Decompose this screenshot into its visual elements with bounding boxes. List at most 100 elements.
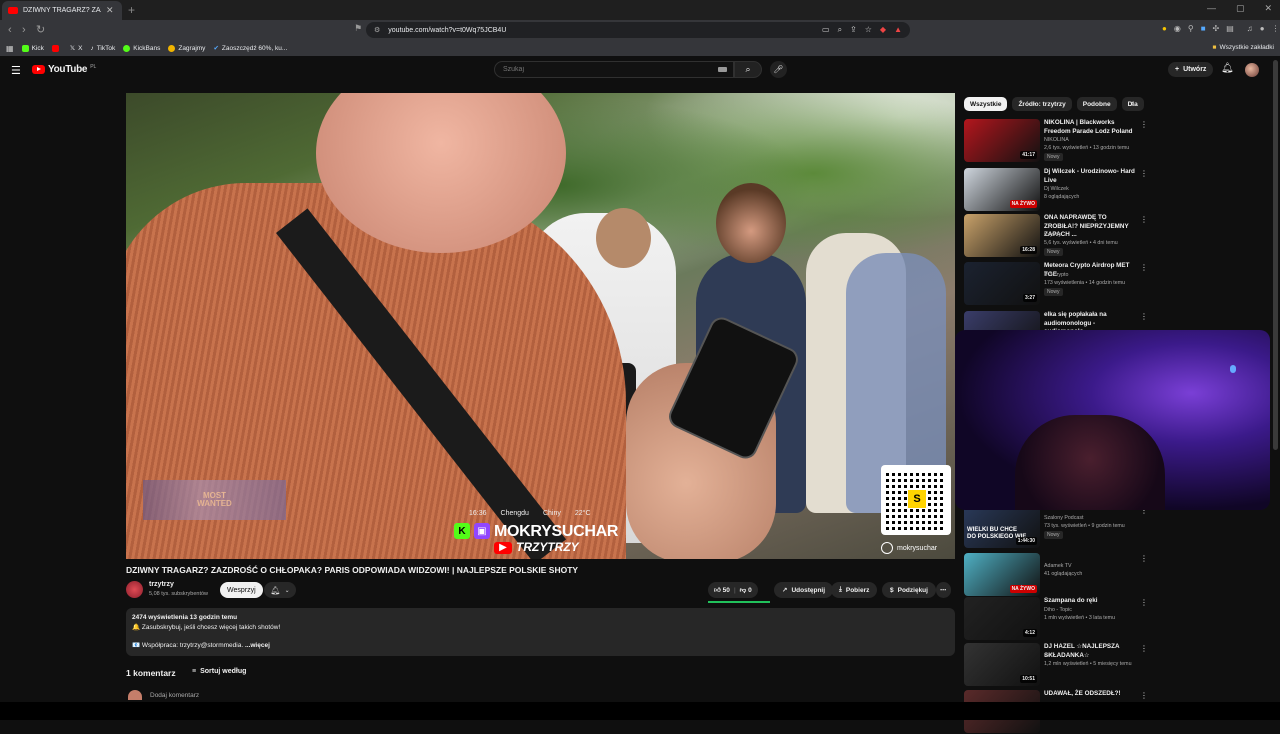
site-info-icon[interactable]: ⚙ xyxy=(374,26,380,34)
chip-all[interactable]: Wszystkie xyxy=(964,97,1008,111)
like-button[interactable]: 👍︎ 50 xyxy=(714,586,730,594)
more-actions-button[interactable]: ⋯ xyxy=(936,582,951,598)
video-thumbnail[interactable]: NA ŻYWO xyxy=(964,168,1040,211)
apps-grid-icon[interactable]: ▦ xyxy=(6,44,14,53)
menu-icon[interactable]: ⋮ xyxy=(1272,24,1280,33)
search-button[interactable]: ⌕ xyxy=(734,61,762,78)
profile-icon[interactable]: ● xyxy=(1260,24,1265,33)
video-thumbnail[interactable]: 4:12 xyxy=(964,597,1040,640)
add-comment[interactable]: Dodaj komentarz xyxy=(128,690,199,700)
recommended-channel[interactable]: Adamek TV xyxy=(1044,563,1072,569)
bookmark-icon[interactable]: ⚑ xyxy=(354,23,362,34)
recommended-video[interactable]: 3:27 Meteora Crypto Airdrop MET TGE PC Cry… xyxy=(964,262,1148,306)
extension-coin-icon[interactable]: ● xyxy=(1162,24,1167,33)
extension-eye-icon[interactable]: ◉ xyxy=(1174,24,1181,33)
more-options-icon[interactable]: ⋮ xyxy=(1140,215,1148,224)
bookmark-youtube[interactable] xyxy=(51,44,62,52)
chevron-right-icon[interactable]: › xyxy=(1131,98,1134,108)
recommended-video[interactable]: NA ŻYWO Dj Wilczek - Urodzinowo- Hard Liv… xyxy=(964,168,1148,212)
video-thumbnail[interactable]: WIELKI BU CHCE DO POLSKIEGO WIE 1:44:30 xyxy=(964,505,1040,548)
voice-search-button[interactable]: 🎤︎ xyxy=(770,61,787,78)
new-tab-icon[interactable]: + xyxy=(128,3,135,17)
search-input[interactable] xyxy=(503,66,703,73)
recommended-video[interactable]: NA ŻYWO Adamek TV 41 oglądających ⋮ xyxy=(964,553,1148,597)
back-icon[interactable]: ‹ xyxy=(8,24,12,36)
bookmark-deal[interactable]: ✔ Zaoszczędź 60%, ku... xyxy=(213,44,287,53)
more-options-icon[interactable]: ⋮ xyxy=(1140,598,1148,607)
recommended-channel[interactable]: Dj Wilczek xyxy=(1044,186,1069,192)
video-thumbnail[interactable]: NA ŻYWO xyxy=(964,553,1040,596)
recommended-video[interactable]: 10:51 DJ HAZEL ☆NAJLEPSZA SKŁADANKA☆ K4C 1,… xyxy=(964,643,1148,687)
recommended-title[interactable]: Dj Wilczek - Urodzinowo- Hard Live xyxy=(1044,168,1136,185)
recommended-channel[interactable]: Szalony Podcast xyxy=(1044,515,1083,521)
recommended-title[interactable]: DJ HAZEL ☆NAJLEPSZA SKŁADANKA☆ xyxy=(1044,643,1136,660)
bookmark-tiktok[interactable]: ♪ TikTok xyxy=(90,45,115,52)
zoom-icon[interactable]: ⌕ xyxy=(838,25,842,35)
create-button[interactable]: + Utwórz xyxy=(1168,62,1214,77)
thanks-button[interactable]: $ Podziękuj xyxy=(882,582,936,598)
media-icon[interactable]: ♫ xyxy=(1247,24,1253,33)
bookmark-kick[interactable]: Kick xyxy=(21,44,44,52)
hamburger-menu-icon[interactable]: ☰ xyxy=(11,64,21,77)
chip-similar[interactable]: Podobne xyxy=(1076,97,1117,111)
video-thumbnail[interactable]: 3:27 xyxy=(964,262,1040,305)
chip-source[interactable]: Źródło: trzytrzy xyxy=(1012,97,1072,111)
close-window-icon[interactable]: ✕ xyxy=(1264,3,1272,14)
video-player[interactable]: MOST WANTED 16:36 Chengdu Chiny 22°C K ▣… xyxy=(126,93,955,559)
extension-link-icon[interactable]: ⚲ xyxy=(1188,24,1194,33)
sidebar-icon[interactable]: ▤ xyxy=(1226,24,1234,33)
more-options-icon[interactable]: ⋮ xyxy=(1140,691,1148,700)
recommended-title[interactable]: UDAWAŁ, ŻE ODSZEDŁ?! xyxy=(1044,690,1136,699)
forward-icon[interactable]: › xyxy=(22,24,26,36)
more-options-icon[interactable]: ⋮ xyxy=(1140,554,1148,563)
all-bookmarks[interactable]: ■ Wszystkie zakładki xyxy=(1213,44,1274,51)
keyboard-icon[interactable] xyxy=(718,67,727,72)
extensions-puzzle-icon[interactable]: ✣ xyxy=(1213,24,1220,33)
recommended-title[interactable]: NIKOLINA | Blackworks Freedom Parade Lod… xyxy=(1044,119,1136,136)
recommended-title[interactable]: Szampana do ręki xyxy=(1044,597,1136,606)
browser-tab[interactable]: DZIWNY TRAGARZ? ZAZDRO ✕ xyxy=(2,1,122,20)
recommended-channel[interactable]: PC Crypto xyxy=(1044,272,1068,278)
youtube-logo[interactable]: YouTube PL xyxy=(32,64,96,75)
download-button[interactable]: ⤓ Pobierz xyxy=(831,582,878,598)
cast-icon[interactable]: ▭ xyxy=(822,25,830,35)
reload-icon[interactable]: ↻ xyxy=(36,23,45,36)
notifications-bell-icon[interactable]: 🔔︎ xyxy=(1221,63,1234,74)
close-tab-icon[interactable]: ✕ xyxy=(106,5,114,16)
recommended-channel[interactable]: Diho - Topic xyxy=(1044,607,1072,613)
video-thumbnail[interactable]: 41:17 xyxy=(964,119,1040,162)
video-thumbnail[interactable]: 16:28 xyxy=(964,214,1040,257)
bookmark-zagrajmy[interactable]: Zagrajmy xyxy=(168,44,205,52)
minimize-icon[interactable]: — xyxy=(1207,3,1216,14)
bookmark-kickbans[interactable]: KickBans xyxy=(123,44,160,52)
sort-comments-button[interactable]: ≡ Sortuj według xyxy=(192,668,246,675)
video-thumbnail[interactable]: 10:51 xyxy=(964,643,1040,686)
more-options-icon[interactable]: ⋮ xyxy=(1140,263,1148,272)
scrollbar[interactable] xyxy=(1273,60,1278,450)
more-options-icon[interactable]: ⋮ xyxy=(1140,120,1148,129)
dislike-button[interactable]: 👎︎ 0 xyxy=(740,586,752,594)
recommended-channel[interactable]: trzytrzy xyxy=(1044,232,1061,238)
recommended-video[interactable]: 4:12 Szampana do ręki Diho - Topic 1 mln wy… xyxy=(964,597,1148,641)
extension-shield-icon[interactable]: ◆ xyxy=(880,25,886,35)
description-box[interactable]: 2474 wyświetlenia 13 godzin temu 🔔 Zasub… xyxy=(126,608,955,656)
channel-avatar[interactable] xyxy=(126,581,143,598)
maximize-icon[interactable]: ▢ xyxy=(1236,3,1245,14)
recommended-video[interactable]: 41:17 NIKOLINA | Blackworks Freedom Parad… xyxy=(964,119,1148,163)
more-options-icon[interactable]: ⋮ xyxy=(1140,169,1148,178)
extension-blue-icon[interactable]: ■ xyxy=(1201,24,1206,33)
share-button[interactable]: ↗ Udostępnij xyxy=(774,582,834,598)
star-icon[interactable]: ☆ xyxy=(865,25,872,35)
recommended-channel[interactable]: NIKOLINA xyxy=(1044,137,1069,143)
show-more-link[interactable]: ...więcej xyxy=(245,642,270,649)
recommended-video[interactable]: 16:28 ONA NAPRAWDĘ TO ZROBIŁA!? NIEPRZYJE… xyxy=(964,214,1148,258)
add-comment-input[interactable]: Dodaj komentarz xyxy=(150,692,199,699)
subscription-bell-button[interactable]: 🔔︎ ⌄ xyxy=(264,582,296,598)
more-options-icon[interactable]: ⋮ xyxy=(1140,312,1148,321)
recommended-video[interactable]: WIELKI BU CHCE DO POLSKIEGO WIE1:44:30JE… xyxy=(964,505,1148,549)
address-bar[interactable]: ⚙ youtube.com/watch?v=t0Wq75JCB4U ▭ ⌕ ⇪ … xyxy=(366,22,910,38)
recommended-channel[interactable]: K4C xyxy=(1044,653,1054,659)
channel-name[interactable]: trzytrzy xyxy=(149,581,174,588)
share-icon[interactable]: ⇪ xyxy=(850,25,857,35)
extension-alert-icon[interactable]: ▲ xyxy=(894,25,902,35)
